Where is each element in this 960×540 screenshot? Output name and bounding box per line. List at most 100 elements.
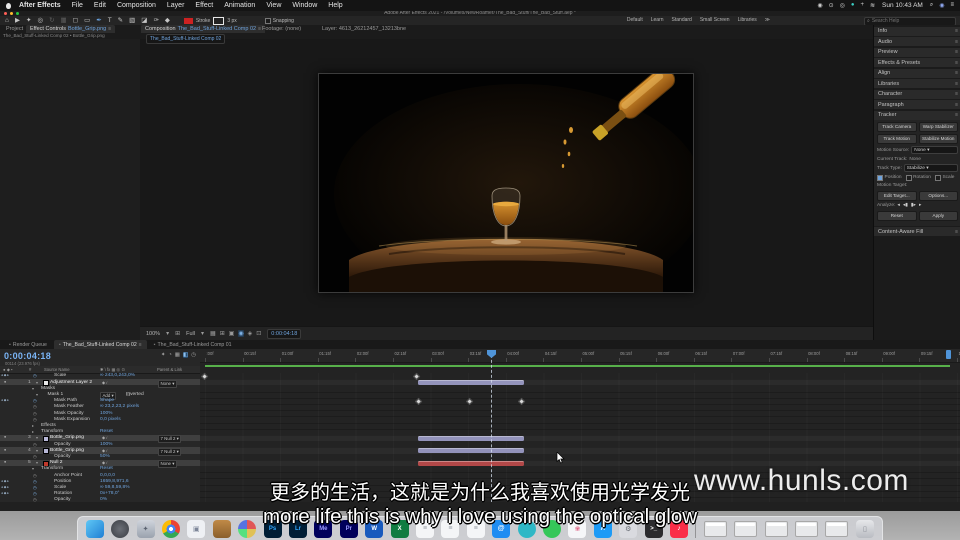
stopwatch-icon[interactable]: ◷ bbox=[33, 398, 37, 403]
property-value[interactable]: Shape bbox=[100, 398, 114, 403]
analyze-button-1[interactable]: ◂▮ bbox=[903, 203, 908, 208]
stroke-color-swatch[interactable] bbox=[213, 16, 225, 25]
stroke-width[interactable]: 3 px bbox=[227, 18, 236, 24]
property-label[interactable]: Masks bbox=[41, 386, 55, 391]
menu-item-file[interactable]: File bbox=[72, 2, 83, 9]
keyframe-navigator[interactable]: ◂◆▸ bbox=[1, 398, 10, 402]
track-motion-button[interactable]: Track Motion bbox=[877, 133, 917, 144]
checkbox-icon[interactable] bbox=[934, 174, 941, 181]
panel-header-info[interactable]: Info ≡ bbox=[874, 26, 960, 36]
timeline-tab[interactable]: ▪ Render Queue bbox=[4, 340, 52, 349]
tab-project[interactable]: Project bbox=[2, 25, 27, 33]
layer-switches[interactable]: ◆ / bbox=[102, 460, 107, 465]
warp-stabilizer-button[interactable]: Warp Stabilizer bbox=[918, 121, 958, 132]
panel-header-libraries[interactable]: Libraries ≡ bbox=[874, 79, 960, 88]
panel-menu-icon[interactable]: ≡ bbox=[955, 102, 958, 108]
panel-header-align[interactable]: Align ≡ bbox=[874, 68, 960, 78]
viewer-icon-2[interactable]: ▣ bbox=[229, 330, 235, 337]
property-value[interactable]: 100% bbox=[100, 411, 113, 416]
wifi-icon[interactable]: ≋ bbox=[870, 2, 875, 9]
workspace-standard[interactable]: Standard bbox=[672, 17, 692, 23]
clone-stamp-tool[interactable]: ▧ bbox=[129, 17, 135, 25]
timeline-tab[interactable]: ▪ The_Bad_Stuff-Linked Comp 02 ≡ bbox=[53, 340, 147, 349]
hand-tool[interactable]: ✦ bbox=[26, 17, 31, 25]
property-label[interactable]: Transform bbox=[41, 429, 63, 434]
layer-switches[interactable]: ◆ / bbox=[102, 380, 107, 385]
workspace-small-screen[interactable]: Small Screen bbox=[700, 17, 730, 23]
snapping-control[interactable]: Snapping bbox=[264, 17, 294, 24]
control-center-icon[interactable]: ≡ bbox=[950, 2, 954, 9]
tab-footage[interactable]: Footage: (none) bbox=[258, 25, 305, 33]
menu-item-help[interactable]: Help bbox=[328, 2, 342, 9]
property-value[interactable]: ∞ 23,2,23,2 pixels bbox=[100, 404, 139, 409]
minimize-window-button[interactable] bbox=[10, 12, 13, 15]
timeline-tool-3[interactable]: ◧ bbox=[182, 352, 189, 358]
timeline-tab[interactable]: ▪ The_Bad_Stuff-Linked Comp 01 bbox=[149, 340, 237, 349]
tab-layer[interactable]: Layer: 4613_26212457_13213bne bbox=[318, 25, 410, 33]
menu-item-view[interactable]: View bbox=[266, 2, 281, 9]
panel-menu-icon[interactable]: ≡ bbox=[955, 229, 958, 235]
moon-icon[interactable]: ◎ bbox=[840, 2, 845, 9]
layer-switches[interactable]: ◆ / bbox=[102, 448, 107, 453]
chevron-down-icon[interactable]: ▾ bbox=[201, 330, 204, 337]
puppet-pin-tool[interactable]: ◆ bbox=[165, 17, 170, 25]
menu-item-after-effects[interactable]: After Effects bbox=[19, 2, 61, 9]
type-tool[interactable]: T bbox=[108, 17, 112, 25]
visibility-eye-icon[interactable]: ● bbox=[4, 448, 6, 452]
panel-menu-icon[interactable]: ≡ bbox=[955, 91, 958, 97]
panel-menu-icon[interactable]: ≡ bbox=[139, 342, 142, 348]
check-scale[interactable]: Scale bbox=[934, 174, 954, 181]
property-label[interactable]: Opacity bbox=[54, 454, 71, 459]
panel-menu-icon[interactable]: ≡ bbox=[108, 26, 111, 32]
analyze-button-2[interactable]: ▮▸ bbox=[911, 203, 916, 208]
panel-menu-icon[interactable]: ≡ bbox=[955, 60, 958, 66]
property-label[interactable]: Mask Expansion bbox=[54, 417, 90, 422]
magnification-select[interactable]: 100% bbox=[146, 331, 160, 337]
property-label[interactable]: Mask Path bbox=[54, 398, 77, 403]
keyframe-navigator[interactable]: ◂◆▸ bbox=[1, 373, 10, 377]
track-camera-button[interactable]: Track Camera bbox=[877, 121, 917, 132]
property-value[interactable]: 50% bbox=[100, 454, 110, 459]
analyze-button-3[interactable]: ▸ bbox=[919, 203, 921, 208]
twirl-icon[interactable]: ▾ bbox=[36, 460, 38, 465]
menu-item-animation[interactable]: Animation bbox=[224, 2, 255, 9]
fill-color-swatch[interactable] bbox=[183, 17, 193, 24]
stopwatch-icon[interactable]: ◷ bbox=[33, 411, 37, 416]
layer-name[interactable]: Bottle_Grip.png bbox=[50, 448, 84, 453]
viewer-icon-5[interactable]: ⊡ bbox=[256, 330, 261, 337]
screen-mirroring-icon[interactable]: ⊙ bbox=[829, 2, 834, 9]
property-value[interactable]: Reset bbox=[100, 429, 113, 434]
panel-header-paragraph[interactable]: Paragraph ≡ bbox=[874, 100, 960, 109]
tab-composition[interactable]: Composition The_Bad_Stuff-Linked Comp 02… bbox=[141, 25, 265, 33]
stopwatch-icon[interactable]: ◷ bbox=[33, 442, 37, 447]
resolution-select[interactable]: Full bbox=[186, 331, 195, 337]
time-ruler[interactable]: :00f 00:15f 01:00f 01:15f 02:00f 02:15f 03:00f… bbox=[200, 349, 960, 363]
property-value[interactable]: 0,0 pixels bbox=[100, 417, 121, 422]
stabilize-motion-button[interactable]: Stabilize Motion bbox=[918, 133, 958, 144]
panel-header-preview[interactable]: Preview ≡ bbox=[874, 47, 960, 57]
reset-button[interactable]: Reset bbox=[877, 210, 917, 221]
siri-icon[interactable]: ◉ bbox=[939, 2, 944, 9]
options-button[interactable]: Options... bbox=[918, 190, 958, 201]
viewer-icon-3[interactable]: ◉ bbox=[238, 330, 244, 337]
panel-menu-icon[interactable]: ≡ bbox=[955, 112, 958, 118]
visibility-eye-icon[interactable]: ● bbox=[4, 460, 6, 464]
twirl-icon[interactable]: ▸ bbox=[32, 423, 34, 428]
visibility-eye-icon[interactable]: ● bbox=[4, 435, 6, 439]
checkbox-icon[interactable] bbox=[877, 174, 883, 181]
home-tool[interactable]: ⌂ bbox=[5, 17, 9, 25]
motion-source-select[interactable]: None ▾ bbox=[911, 146, 958, 154]
rotate-tool[interactable]: ↻ bbox=[49, 17, 54, 25]
search-help-input[interactable] bbox=[871, 18, 942, 24]
workspace-[interactable]: ≫ bbox=[765, 17, 770, 23]
stopwatch-icon[interactable]: ◷ bbox=[33, 417, 37, 422]
zoom-window-button[interactable] bbox=[16, 12, 19, 15]
stopwatch-icon[interactable]: ◷ bbox=[33, 373, 37, 378]
property-label[interactable]: Mask Feather bbox=[54, 404, 84, 409]
timeline-tool-2[interactable]: ▦ bbox=[175, 352, 180, 358]
twirl-icon[interactable]: ▾ bbox=[36, 392, 38, 397]
twirl-icon[interactable]: ▾ bbox=[36, 448, 38, 453]
teal-status-icon[interactable]: ● bbox=[851, 2, 855, 9]
workspace-learn[interactable]: Learn bbox=[651, 17, 664, 23]
brush-tool[interactable]: ✎ bbox=[118, 17, 123, 25]
